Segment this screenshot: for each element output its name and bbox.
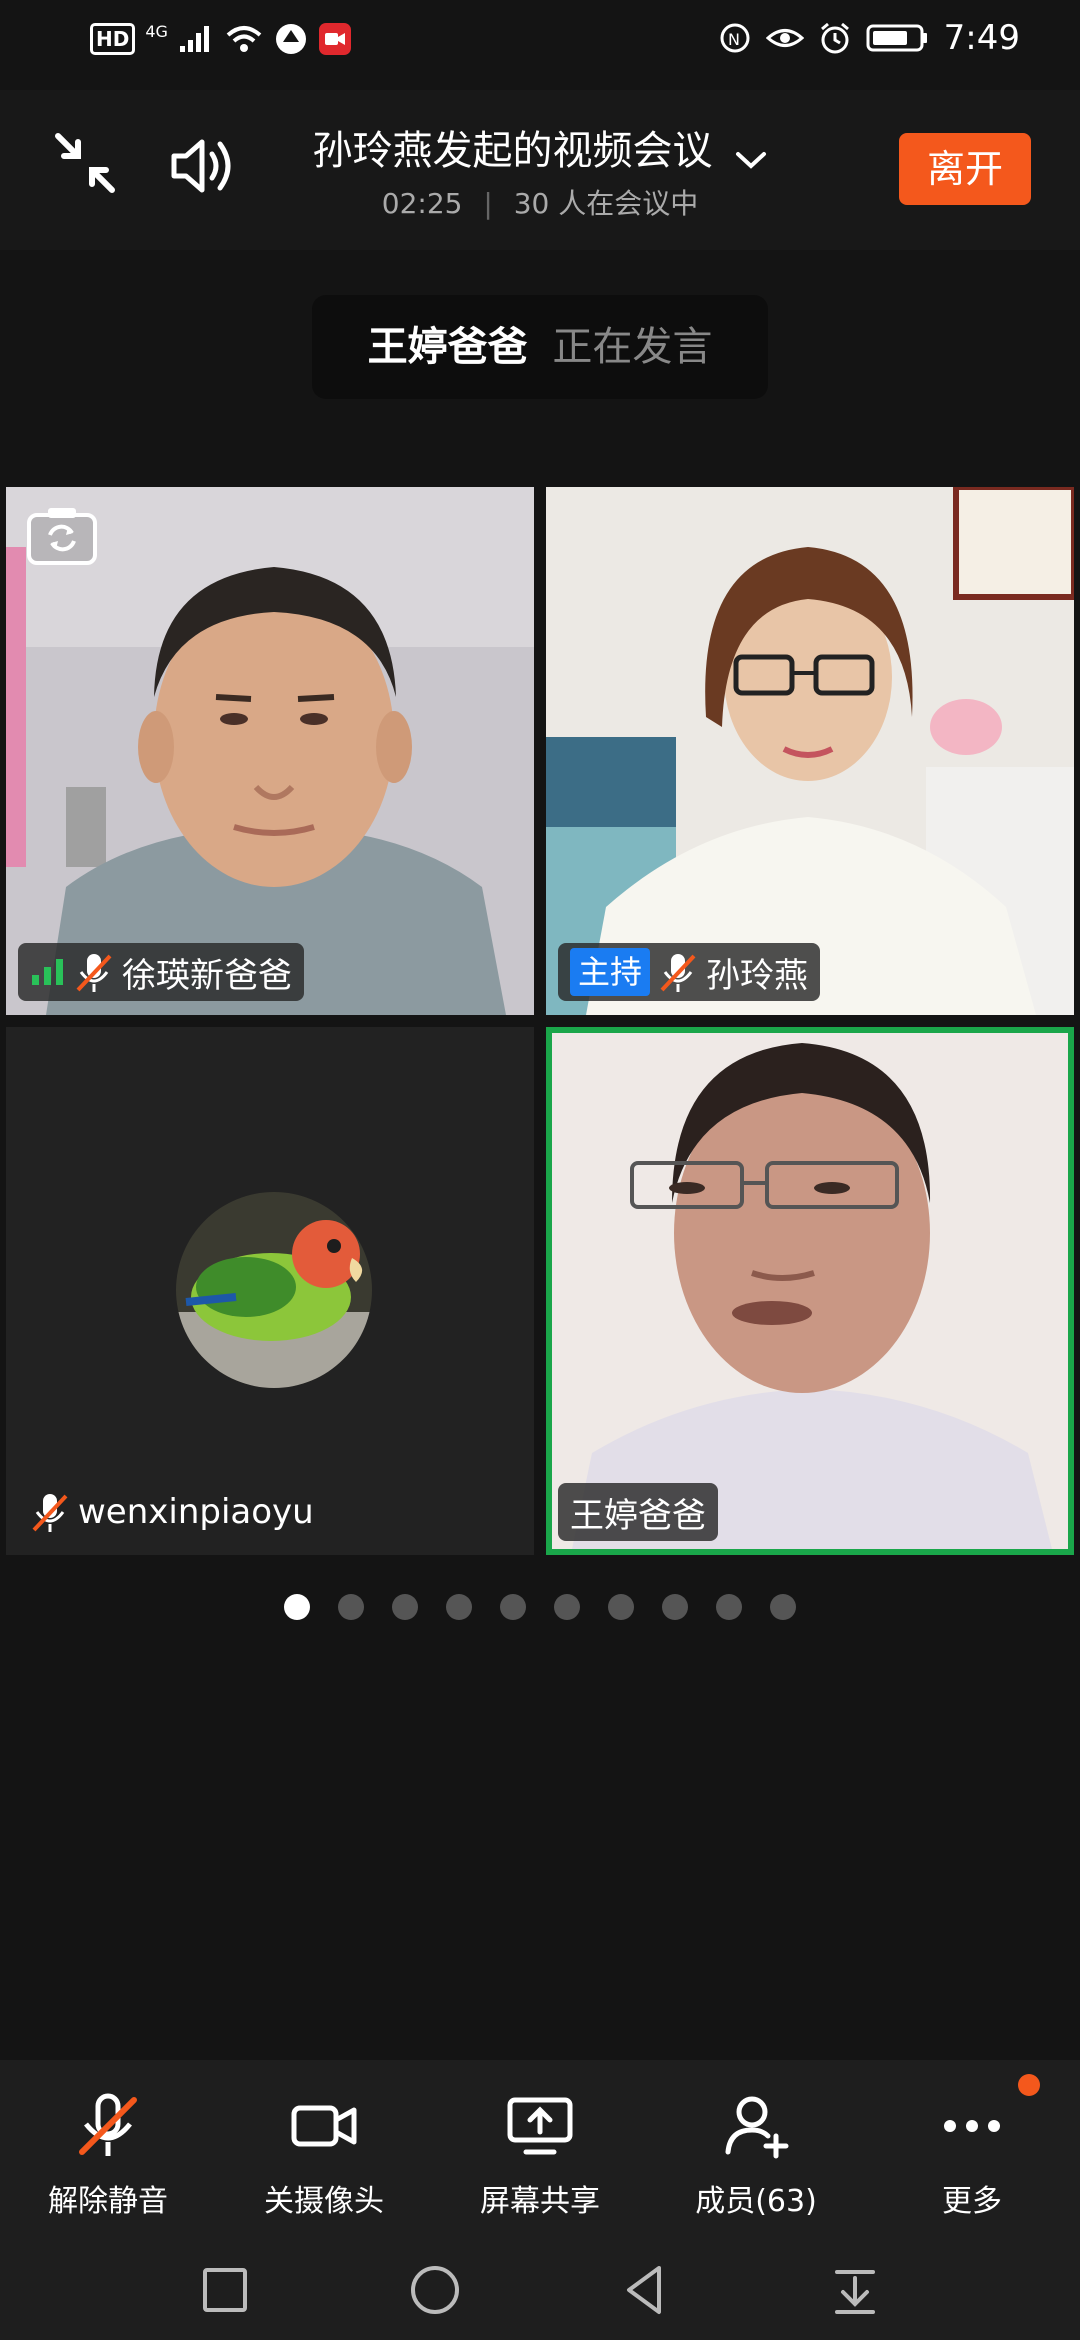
- alarm-icon: [820, 22, 849, 54]
- notification-pulldown-icon[interactable]: [827, 2262, 883, 2318]
- leave-button[interactable]: 离开: [899, 133, 1031, 205]
- page-dot[interactable]: [662, 1594, 688, 1620]
- participant-count: 30 人在会议中: [513, 187, 699, 220]
- avatar: [176, 1192, 372, 1388]
- meeting-duration: 02:25: [381, 187, 463, 220]
- members-button[interactable]: 成员(63): [648, 2060, 864, 2240]
- mic-muted-icon: [76, 954, 112, 992]
- eye-icon: [765, 29, 804, 47]
- signal-icon: [179, 26, 209, 52]
- clock: 7:49: [943, 18, 1020, 58]
- unmute-button[interactable]: 解除静音: [0, 2060, 216, 2240]
- camera-off-label: 关摄像头: [264, 2184, 384, 2219]
- page-dot[interactable]: [608, 1594, 634, 1620]
- more-button[interactable]: 更多: [864, 2060, 1080, 2240]
- app-icon: [275, 24, 306, 54]
- screen-share-button[interactable]: 屏幕共享: [432, 2060, 648, 2240]
- video-tile[interactable]: wenxinpiaoyu: [6, 1027, 534, 1555]
- hd-icon: HD: [90, 23, 136, 55]
- camera-off-button[interactable]: 关摄像头: [216, 2060, 432, 2240]
- wifi-icon: [226, 26, 262, 52]
- speaker-status: 正在发言: [552, 324, 713, 370]
- status-left: HD 4G: [90, 22, 352, 56]
- active-speaker-banner: 王婷爸爸 正在发言: [312, 295, 768, 399]
- page-dot[interactable]: [770, 1594, 796, 1620]
- page-dot[interactable]: [392, 1594, 418, 1620]
- nfc-icon: N: [720, 23, 750, 53]
- speaker-name: 王婷爸爸: [367, 324, 528, 370]
- network-type: 4G: [145, 22, 168, 41]
- page-indicator: [0, 1594, 1080, 1620]
- video-tile[interactable]: 徐瑛新爸爸: [6, 487, 534, 1015]
- camera-icon: [291, 2105, 357, 2147]
- switch-camera-icon[interactable]: [26, 505, 98, 567]
- meeting-title: 孙玲燕发起的视频会议: [312, 128, 713, 174]
- mic-off-icon: [79, 2093, 137, 2156]
- parrot-avatar-image: [176, 1192, 372, 1388]
- video-tile[interactable]: 主持 孙玲燕: [546, 487, 1074, 1015]
- divider: |: [483, 187, 493, 220]
- page-dot[interactable]: [446, 1594, 472, 1620]
- page-dot[interactable]: [338, 1594, 364, 1620]
- unmute-label: 解除静音: [48, 2184, 168, 2219]
- notification-dot: [1018, 2074, 1040, 2096]
- participant-name: 王婷爸爸: [570, 1495, 706, 1536]
- host-tag: 主持: [570, 948, 651, 996]
- participant-label: wenxinpiaoyu: [18, 1483, 326, 1541]
- page-dot[interactable]: [716, 1594, 742, 1620]
- status-right: N 7:49: [718, 18, 1020, 58]
- svg-text:N: N: [728, 30, 740, 49]
- video-feed: [546, 487, 1074, 1015]
- meeting-header: 孙玲燕发起的视频会议 02:25 | 30 人在会议中 离开: [0, 90, 1080, 250]
- participant-name: 孙玲燕: [706, 955, 809, 996]
- participant-name: wenxinpiaoyu: [78, 1492, 314, 1532]
- mic-muted-icon: [660, 954, 696, 992]
- system-nav-bar: [0, 2240, 1080, 2340]
- signal-strength-icon: [32, 959, 63, 985]
- chevron-down-icon[interactable]: [734, 148, 768, 172]
- more-label: 更多: [942, 2184, 1002, 2219]
- screen-share-icon: [507, 2097, 573, 2155]
- participant-label: 徐瑛新爸爸: [18, 943, 304, 1001]
- participant-label: 王婷爸爸: [558, 1483, 718, 1541]
- back-icon[interactable]: [617, 2262, 673, 2318]
- page-dot[interactable]: [500, 1594, 526, 1620]
- video-tile-active-speaker[interactable]: 王婷爸爸: [546, 1027, 1074, 1555]
- meeting-toolbar: 解除静音 关摄像头 屏幕共享 成员(63) 更多: [0, 2060, 1080, 2240]
- recents-icon[interactable]: [197, 2262, 253, 2318]
- page-dot[interactable]: [554, 1594, 580, 1620]
- recording-icon: [318, 23, 351, 55]
- participant-label: 主持 孙玲燕: [558, 943, 821, 1001]
- home-icon[interactable]: [407, 2262, 463, 2318]
- page-dot[interactable]: [284, 1594, 310, 1620]
- more-icon: [944, 2120, 1000, 2132]
- mic-muted-icon: [32, 1494, 68, 1532]
- members-icon: [725, 2096, 789, 2159]
- status-bar: HD 4G N 7:49: [0, 0, 1080, 84]
- screen-share-label: 屏幕共享: [480, 2184, 600, 2219]
- battery-icon: [866, 24, 927, 52]
- video-feed: [552, 1033, 1068, 1549]
- members-label: 成员(63): [695, 2184, 817, 2219]
- participant-name: 徐瑛新爸爸: [122, 955, 292, 996]
